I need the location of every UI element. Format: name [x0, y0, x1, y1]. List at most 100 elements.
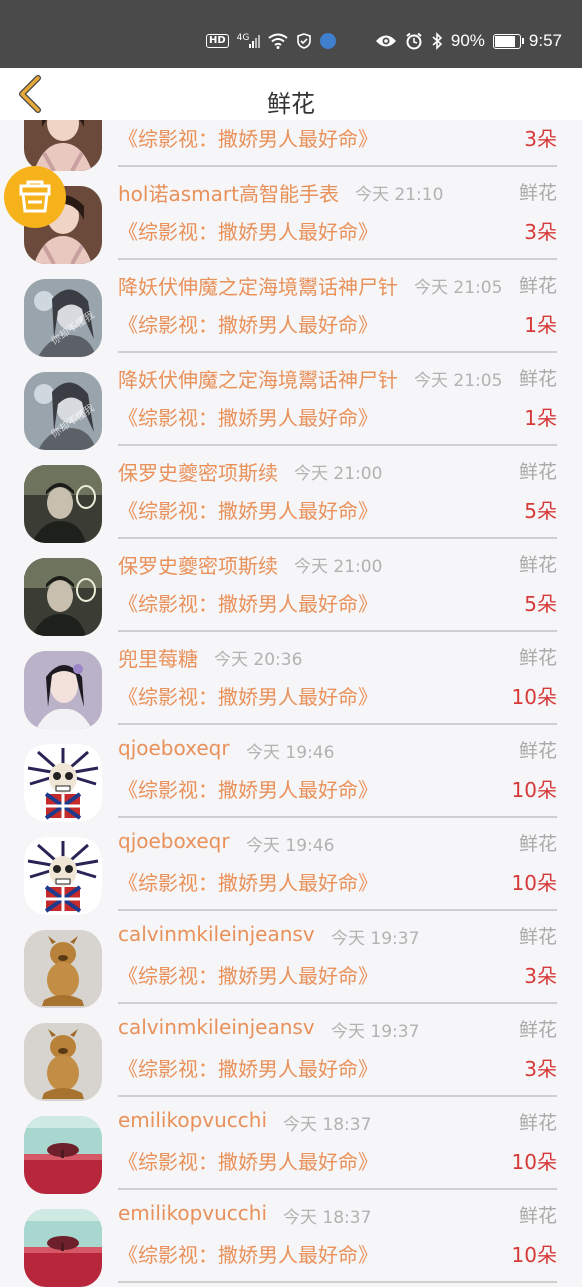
list-item[interactable]: 你却不懂我 降妖伏伸魔之定海境鬻话神尸针 今天 21:05 鲜花《综影视：撒娇男人最好…: [0, 352, 582, 450]
user-name[interactable]: hol诺asmart高智能手表: [118, 178, 339, 207]
gift-time: 今天 21:00: [294, 464, 383, 484]
gift-time: 今天 21:05: [414, 371, 503, 391]
user-name[interactable]: 兜里莓糖: [118, 643, 198, 672]
status-bar: HD 4G 90% 9:57: [0, 0, 582, 68]
alarm-icon: [406, 32, 422, 50]
gift-type: 鲜花: [516, 736, 557, 763]
row-divider: [118, 1281, 557, 1283]
list-item[interactable]: calvinmkileinjeansv 今天 19:37 鲜花《综影视：撒娇男人最好…: [0, 1003, 582, 1101]
hd-badge: HD: [206, 34, 229, 48]
user-avatar[interactable]: 你却不懂我: [24, 279, 102, 357]
flower-count: 5朵: [524, 592, 557, 616]
basket-icon: [19, 180, 51, 213]
flower-count: 10朵: [511, 1150, 557, 1174]
user-name[interactable]: emilikopvucchi: [118, 1201, 267, 1225]
gift-time: 今天 18:37: [283, 1208, 372, 1228]
flower-count: 10朵: [511, 871, 557, 895]
user-avatar[interactable]: [24, 465, 102, 543]
user-name[interactable]: 降妖伏伸魔之定海境鬻话神尸针: [118, 271, 398, 300]
flower-count: 10朵: [511, 778, 557, 802]
user-name[interactable]: emilikopvucchi: [118, 1108, 267, 1132]
flower-count: 3朵: [524, 1057, 557, 1081]
wifi-icon: [268, 33, 288, 49]
list-item[interactable]: 保罗史夔密项斯续 今天 21:00 鲜花 《综影视：撒娇男人最好命》 5朵: [0, 538, 582, 636]
status-left-icons: HD 4G: [206, 33, 337, 49]
list-item[interactable]: hol诺asmart高智能手表 今天 21:10 鲜花《综影视：撒娇男人最好命》 3朵: [0, 166, 582, 264]
book-title[interactable]: 《综影视：撒娇男人最好命》: [118, 495, 378, 524]
book-title[interactable]: 《综影视：撒娇男人最好命》: [118, 960, 378, 989]
list-item[interactable]: 你却不懂我 降妖伏伸魔之定海境鬻话神尸针 今天 21:05 鲜花 《综影视：撒娇男人最好…: [0, 259, 582, 357]
list-item[interactable]: emilikopvucchi 今天 18:37 鲜花《综影视：撒娇男人最好命》 10朵: [0, 1096, 582, 1194]
list-item[interactable]: calvinmkileinjeansv 今天 19:37 鲜花《综影视：撒娇男人最好…: [0, 910, 582, 1008]
gift-type: 鲜花: [516, 643, 557, 670]
gift-type: 鲜花: [516, 457, 557, 484]
user-name[interactable]: 保罗史夔密项斯续: [118, 457, 278, 486]
user-name[interactable]: 降妖伏伸魔之定海境鬻话神尸针: [118, 364, 398, 393]
list-item[interactable]: qjoeboxeqr 今天 19:46 鲜花《综影视：撒娇男人最好命》 10朵: [0, 817, 582, 915]
gift-time: 今天 21:10: [355, 185, 444, 205]
user-avatar[interactable]: [24, 651, 102, 729]
flower-count: 10朵: [511, 685, 557, 709]
book-title[interactable]: 《综影视：撒娇男人最好命》: [118, 402, 378, 431]
bluetooth-icon: [432, 32, 443, 50]
user-avatar[interactable]: [24, 1116, 102, 1194]
flower-count: 5朵: [524, 499, 557, 523]
browser-app-icon: [320, 33, 337, 49]
user-avatar[interactable]: [24, 930, 102, 1008]
flower-count: 1朵: [524, 313, 557, 337]
user-avatar[interactable]: [24, 837, 102, 915]
gift-time: 今天 19:46: [246, 743, 335, 763]
book-title[interactable]: 《综影视：撒娇男人最好命》: [118, 867, 378, 896]
book-title[interactable]: 《综影视：撒娇男人最好命》: [118, 1146, 378, 1175]
floating-basket-button[interactable]: [4, 166, 66, 228]
book-title[interactable]: 《综影视：撒娇男人最好命》: [118, 309, 378, 338]
book-title[interactable]: 《综影视：撒娇男人最好命》: [118, 588, 378, 617]
user-name[interactable]: 保罗史夔密项斯续: [118, 550, 278, 579]
user-name[interactable]: calvinmkileinjeansv: [118, 1015, 315, 1039]
gift-type: 鲜花: [516, 1108, 557, 1135]
user-avatar[interactable]: [24, 744, 102, 822]
flower-count: 10朵: [511, 1243, 557, 1267]
gift-type: 鲜花: [516, 364, 557, 391]
battery-icon: [492, 33, 524, 49]
eye-icon: [375, 35, 396, 47]
gift-type: 鲜花: [516, 922, 557, 949]
page-title: 鲜花: [267, 90, 315, 118]
signal-icon: 4G: [236, 33, 261, 48]
flower-count: 3朵: [524, 220, 557, 244]
gift-type: 鲜花: [516, 178, 557, 205]
gift-type: 鲜花: [516, 1201, 557, 1228]
network-label: 4G: [236, 33, 250, 43]
book-title[interactable]: 《综影视：撒娇男人最好命》: [118, 774, 378, 803]
book-title[interactable]: 《综影视：撒娇男人最好命》: [118, 123, 378, 152]
list-item[interactable]: 保罗史夔密项斯续 今天 21:00 鲜花《综影视：撒娇男人最好命》 5朵: [0, 445, 582, 543]
gift-time: 今天 18:37: [283, 1115, 372, 1135]
status-right-icons: 90% 9:57: [375, 31, 562, 51]
user-name[interactable]: qjoeboxeqr: [118, 736, 230, 760]
gift-time: 今天 21:05: [414, 278, 503, 298]
gift-time: 今天 20:36: [214, 650, 303, 670]
book-title[interactable]: 《综影视：撒娇男人最好命》: [118, 1239, 378, 1268]
list-item[interactable]: emilikopvucchi 今天 18:37 鲜花《综影视：撒娇男人最好命》 10朵: [0, 1189, 582, 1287]
user-avatar[interactable]: 你却不懂我: [24, 372, 102, 450]
user-avatar[interactable]: [24, 1023, 102, 1101]
user-name[interactable]: qjoeboxeqr: [118, 829, 230, 853]
user-avatar[interactable]: [24, 558, 102, 636]
app-header: 鲜花: [0, 68, 582, 120]
gift-time: 今天 19:37: [331, 929, 420, 949]
gift-type: 鲜花: [516, 829, 557, 856]
user-avatar[interactable]: [24, 1209, 102, 1287]
gift-time: 今天 19:46: [246, 836, 335, 856]
user-name[interactable]: calvinmkileinjeansv: [118, 922, 315, 946]
book-title[interactable]: 《综影视：撒娇男人最好命》: [118, 216, 378, 245]
list-item[interactable]: 兜里莓糖 今天 20:36 鲜花《综影视：撒娇男人最好命》 10朵: [0, 631, 582, 729]
flower-count: 3朵: [524, 964, 557, 988]
book-title[interactable]: 《综影视：撒娇男人最好命》: [118, 681, 378, 710]
list-item[interactable]: qjoeboxeqr 今天 19:46 鲜花《综影视：撒娇男人最好命》 10朵: [0, 724, 582, 822]
flower-count: 3朵: [524, 127, 557, 151]
gift-time: 今天 19:37: [331, 1022, 420, 1042]
vpn-shield-icon: [297, 33, 312, 49]
flower-count: 1朵: [524, 406, 557, 430]
book-title[interactable]: 《综影视：撒娇男人最好命》: [118, 1053, 378, 1082]
gift-type: 鲜花: [516, 1015, 557, 1042]
